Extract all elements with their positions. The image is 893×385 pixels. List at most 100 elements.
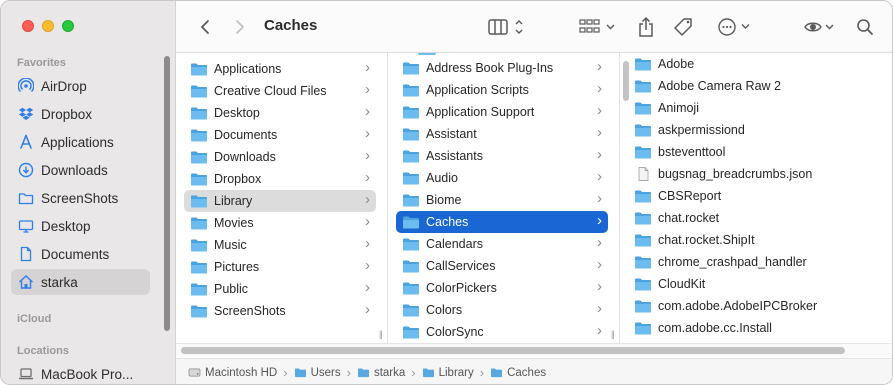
minimize-button[interactable] bbox=[42, 20, 54, 32]
list-item[interactable]: Audio › bbox=[396, 167, 608, 189]
folder-icon bbox=[635, 322, 651, 335]
hard-drive-icon bbox=[188, 368, 201, 377]
chevron-right-icon: › bbox=[346, 365, 351, 380]
sidebar-item-documents[interactable]: Documents bbox=[11, 241, 150, 267]
list-item-label: Documents bbox=[214, 128, 278, 142]
column-resize-handle[interactable]: || bbox=[611, 329, 615, 339]
sidebar-item-label: Applications bbox=[41, 134, 114, 150]
sidebar-item-downloads[interactable]: Downloads bbox=[11, 157, 150, 183]
list-item[interactable]: CallServices › bbox=[396, 255, 608, 277]
folder-icon bbox=[403, 150, 419, 163]
back-button[interactable] bbox=[196, 15, 214, 39]
list-item[interactable]: bugsnag_breadcrumbs.json bbox=[628, 163, 868, 185]
chevron-right-icon: › bbox=[365, 279, 370, 296]
folder-icon bbox=[403, 128, 419, 141]
list-item[interactable]: Movies › bbox=[184, 212, 376, 234]
sidebar-item-dropbox[interactable]: Dropbox bbox=[11, 101, 150, 127]
list-item[interactable]: ColorSync › bbox=[396, 321, 608, 343]
column-resize-handle[interactable]: || bbox=[379, 329, 383, 339]
path-segment[interactable]: Caches bbox=[490, 367, 546, 379]
list-item[interactable]: Documents › bbox=[184, 124, 376, 146]
list-item[interactable]: Animoji bbox=[628, 97, 868, 119]
list-item[interactable]: Downloads › bbox=[184, 146, 376, 168]
list-item[interactable]: Adobe bbox=[628, 53, 868, 75]
sidebar-item-airdrop[interactable]: AirDrop bbox=[11, 73, 150, 99]
forward-button[interactable] bbox=[231, 15, 249, 39]
column-library: Address Book Plug-Ins › Application Script… bbox=[388, 53, 620, 343]
list-item[interactable]: Application Support › bbox=[396, 101, 608, 123]
close-button[interactable] bbox=[22, 20, 34, 32]
list-item[interactable]: chat.rocket.ShipIt bbox=[628, 229, 868, 251]
path-segment[interactable]: Macintosh HD bbox=[188, 367, 277, 379]
list-item[interactable]: Creative Cloud Files › bbox=[184, 80, 376, 102]
list-item-label: ColorPickers bbox=[426, 281, 497, 295]
list-item[interactable]: Desktop › bbox=[184, 102, 376, 124]
list-item-label: chat.rocket bbox=[658, 211, 720, 225]
folder-icon bbox=[403, 106, 419, 119]
list-item-label: com.adobe.cc.Install bbox=[658, 321, 772, 335]
list-item[interactable]: chrome_crashpad_handler bbox=[628, 251, 868, 273]
path-segment[interactable]: starka bbox=[357, 367, 405, 379]
list-item[interactable]: Applications › bbox=[184, 58, 376, 80]
sidebar-item-macbook-pro[interactable]: MacBook Pro... bbox=[11, 361, 150, 384]
list-item[interactable]: Public › bbox=[184, 278, 376, 300]
list-item[interactable]: Dropbox › bbox=[184, 168, 376, 190]
list-item[interactable]: Biome › bbox=[396, 189, 608, 211]
list-item[interactable]: CBSReport bbox=[628, 185, 868, 207]
list-item[interactable]: Assistant › bbox=[396, 123, 608, 145]
list-item[interactable]: Assistants › bbox=[396, 145, 608, 167]
path-segment[interactable]: Users bbox=[294, 367, 341, 379]
list-item[interactable]: Colors › bbox=[396, 299, 608, 321]
sidebar-item-desktop[interactable]: Desktop bbox=[11, 213, 150, 239]
list-item[interactable]: Library › bbox=[184, 190, 376, 212]
path-segment[interactable]: Library bbox=[422, 367, 474, 379]
list-item[interactable]: Adobe Camera Raw 2 bbox=[628, 75, 868, 97]
tag-button[interactable] bbox=[672, 15, 696, 39]
window-controls bbox=[22, 20, 74, 32]
document-icon bbox=[18, 246, 34, 262]
quick-look-button[interactable] bbox=[803, 15, 839, 39]
view-columns-button[interactable] bbox=[487, 15, 527, 39]
list-item-label: Colors bbox=[426, 303, 463, 317]
list-item[interactable]: Calendars › bbox=[396, 233, 608, 255]
list-item-label: Library bbox=[214, 194, 253, 208]
horizontal-scrollbar[interactable] bbox=[181, 347, 845, 354]
action-menu-button[interactable] bbox=[717, 15, 757, 39]
list-item[interactable]: Caches › bbox=[396, 211, 608, 233]
sidebar-scrollbar[interactable] bbox=[164, 56, 170, 331]
chevron-right-icon: › bbox=[597, 300, 602, 317]
list-item[interactable]: askpermissiond bbox=[628, 119, 868, 141]
sidebar-item-screenshots[interactable]: ScreenShots bbox=[11, 185, 150, 211]
column-scrollbar[interactable] bbox=[623, 61, 629, 101]
sidebar-item-applications[interactable]: Applications bbox=[11, 129, 150, 155]
list-item[interactable]: com.adobe.AdobeIPCBroker bbox=[628, 295, 868, 317]
chevron-right-icon: › bbox=[479, 365, 485, 380]
list-item[interactable]: chat.rocket bbox=[628, 207, 868, 229]
list-item[interactable]: Pictures › bbox=[184, 256, 376, 278]
laptop-icon bbox=[18, 366, 34, 382]
list-item[interactable]: CloudKit bbox=[628, 273, 868, 295]
search-button[interactable] bbox=[854, 15, 876, 39]
folder-icon bbox=[191, 217, 207, 230]
grid-icon bbox=[579, 19, 615, 33]
list-item-label: Music bbox=[214, 238, 247, 252]
share-button[interactable] bbox=[635, 15, 657, 39]
list-item-label: Movies bbox=[214, 216, 254, 230]
list-item[interactable]: Music › bbox=[184, 234, 376, 256]
zoom-button[interactable] bbox=[62, 20, 74, 32]
path-segment-label: Macintosh HD bbox=[205, 366, 278, 379]
list-item[interactable]: ColorPickers › bbox=[396, 277, 608, 299]
chevron-right-icon: › bbox=[597, 322, 602, 339]
folder-icon bbox=[491, 368, 503, 378]
list-item[interactable]: Address Book Plug-Ins › bbox=[396, 57, 608, 79]
group-button[interactable] bbox=[578, 15, 618, 39]
list-item[interactable]: ScreenShots › bbox=[184, 300, 376, 322]
applications-icon bbox=[18, 134, 34, 150]
search-icon bbox=[857, 19, 873, 35]
list-item[interactable]: com.adobe.cc.Install bbox=[628, 317, 868, 339]
list-item[interactable]: bsteventtool bbox=[628, 141, 868, 163]
list-item[interactable]: Application Scripts › bbox=[396, 79, 608, 101]
list-item-label: Biome bbox=[426, 193, 462, 207]
sidebar-item-starka[interactable]: starka bbox=[11, 269, 150, 295]
sidebar: Favorites AirDrop Dropbox Applications D… bbox=[1, 1, 176, 384]
